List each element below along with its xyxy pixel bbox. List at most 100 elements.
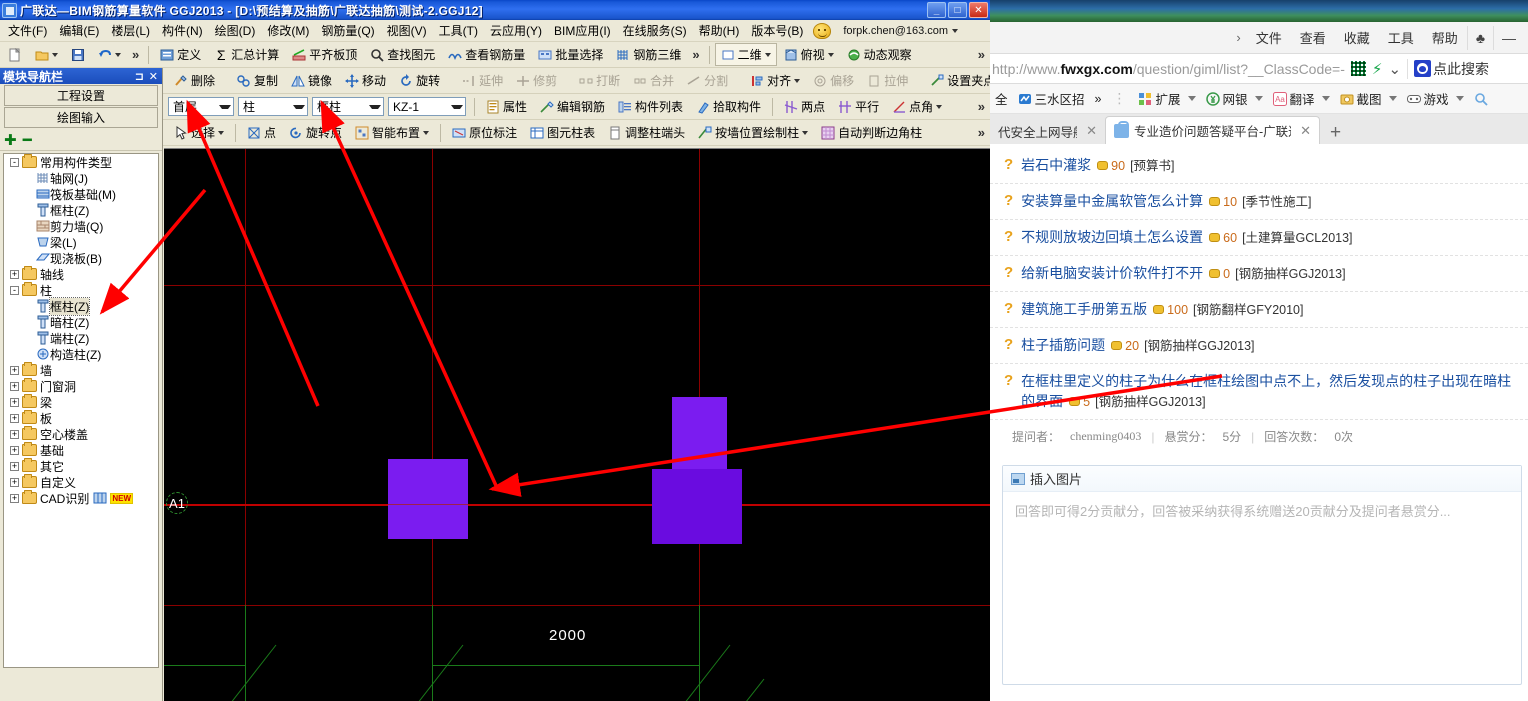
delete-button[interactable]: 删除: [168, 69, 221, 92]
chevron-down-icon[interactable]: ⌄: [1388, 60, 1401, 78]
browser-menu-favorites[interactable]: 收藏: [1335, 24, 1379, 51]
tree-item-暗柱Z[interactable]: 暗柱(Z): [4, 314, 158, 330]
top-view-button[interactable]: 俯视: [778, 43, 840, 66]
tree-toggle-icon[interactable]: +: [10, 397, 19, 407]
tree-item-门窗洞[interactable]: + 门窗洞: [4, 378, 158, 394]
browser-tab-inactive[interactable]: 代安全上网导航 ✕: [990, 118, 1105, 144]
menu-draw[interactable]: 绘图(D): [209, 20, 262, 41]
tree-item-框柱Z[interactable]: 框柱(Z): [4, 202, 158, 218]
tree-item-CAD识别[interactable]: + CAD识别 NEW: [4, 490, 158, 506]
flush-slab-top-button[interactable]: 平齐板顶: [286, 43, 363, 66]
menu-expand-icon[interactable]: ›: [1230, 26, 1246, 49]
menu-tools[interactable]: 工具(T): [433, 20, 484, 41]
toolbar-overflow-6[interactable]: »: [973, 125, 990, 140]
component-list-button[interactable]: 构件列表: [612, 95, 689, 118]
component-type-dropdown[interactable]: 框柱: [312, 97, 384, 116]
two-point-button[interactable]: 两点: [778, 95, 831, 118]
tool-screenshot[interactable]: 截图: [1335, 89, 1402, 108]
browser-menu-view[interactable]: 查看: [1291, 24, 1335, 51]
draw-column-by-wall-button[interactable]: 按墙位置绘制柱: [692, 121, 814, 144]
point-tool-button[interactable]: 点: [241, 121, 282, 144]
close-icon[interactable]: ✕: [1300, 123, 1311, 139]
select-tool-button[interactable]: 选择: [168, 121, 230, 144]
question-row[interactable]: ? 岩石中灌浆 90 [预算书]: [990, 148, 1528, 184]
define-button[interactable]: 定义: [154, 43, 207, 66]
minimize-button[interactable]: _: [927, 2, 946, 18]
question-row[interactable]: ? 在框柱里定义的柱子为什么在框柱绘图中点不上，然后发现点的柱子出现在暗柱的界面 5…: [990, 364, 1528, 420]
rebar-3d-button[interactable]: 钢筋三维: [610, 43, 687, 66]
toolbar-overflow-1[interactable]: »: [128, 47, 143, 62]
tree-toggle-icon[interactable]: +: [10, 477, 19, 487]
edit-rebar-button[interactable]: 编辑钢筋: [534, 95, 611, 118]
in-place-annotation-button[interactable]: 原位标注: [446, 121, 523, 144]
properties-button[interactable]: 属性: [480, 95, 533, 118]
tree-item-空心楼盖[interactable]: + 空心楼盖: [4, 426, 158, 442]
search-hint-label[interactable]: 点此搜索: [1433, 59, 1489, 79]
toolbar-overflow-5[interactable]: »: [973, 99, 990, 114]
tree-toggle-icon[interactable]: +: [10, 445, 19, 455]
close-button[interactable]: ✕: [969, 2, 988, 18]
menu-rebar[interactable]: 钢筋量(Q): [315, 20, 380, 41]
menu-help[interactable]: 帮助(H): [693, 20, 746, 41]
parallel-button[interactable]: 平行: [832, 95, 885, 118]
menu-component[interactable]: 构件(N): [156, 20, 209, 41]
tree-item-剪力墙Q[interactable]: 剪力墙(Q): [4, 218, 158, 234]
tree-item-现浇板B[interactable]: 现浇板(B): [4, 250, 158, 266]
tree-item-常用构件类型[interactable]: - 常用构件类型: [4, 154, 158, 170]
close-icon[interactable]: ✕: [149, 70, 158, 83]
tool-online-bank[interactable]: 网银: [1201, 89, 1268, 108]
view-rebar-qty-button[interactable]: 查看钢筋量: [442, 43, 531, 66]
smiley-icon[interactable]: [813, 22, 832, 39]
browser-menu-help[interactable]: 帮助: [1423, 24, 1467, 51]
tree-toggle-icon[interactable]: +: [10, 429, 19, 439]
menu-cloud[interactable]: 云应用(Y): [484, 20, 548, 41]
adjust-column-end-button[interactable]: 调整柱端头: [602, 121, 691, 144]
answer-textarea[interactable]: 回答即可得2分贡献分，回答被采纳获得系统赠送20贡献分及提问者悬赏分...: [1003, 492, 1521, 532]
view-2d-button[interactable]: 二维: [714, 43, 777, 66]
tree-toggle-icon[interactable]: +: [10, 461, 19, 471]
bookmark-sanshui[interactable]: 三水区招: [1013, 89, 1090, 108]
tool-games[interactable]: 游戏: [1402, 89, 1469, 108]
tree-toggle-icon[interactable]: -: [10, 285, 19, 295]
rotate-point-button[interactable]: 旋转点: [283, 121, 348, 144]
tree-toggle-icon[interactable]: -: [10, 157, 19, 167]
baidu-icon[interactable]: [1414, 60, 1432, 77]
tree-item-梁L[interactable]: 梁(L): [4, 234, 158, 250]
bookmark-quan[interactable]: 全: [990, 89, 1013, 108]
menu-modify[interactable]: 修改(M): [261, 20, 315, 41]
menu-floor[interactable]: 楼层(L): [105, 20, 156, 41]
search-icon-bookmark[interactable]: [1469, 92, 1493, 106]
smart-layout-button[interactable]: 智能布置: [349, 121, 435, 144]
column-element[interactable]: [652, 469, 742, 544]
batch-select-button[interactable]: 批量选择: [532, 43, 609, 66]
question-title[interactable]: 建筑施工手册第五版: [1021, 301, 1147, 317]
set-grip-button[interactable]: 设置夹点: [924, 69, 990, 92]
floor-dropdown[interactable]: 首层: [168, 97, 234, 116]
insert-image-label[interactable]: 插入图片: [1030, 469, 1082, 488]
question-title[interactable]: 岩石中灌浆: [1021, 157, 1091, 173]
question-row[interactable]: ? 不规则放坡边回填土怎么设置 60 [土建算量GCL2013]: [990, 220, 1528, 256]
account-menu[interactable]: forpk.chen@163.com: [843, 25, 959, 37]
tree-item-轴网J[interactable]: 轴网(J): [4, 170, 158, 186]
column-element[interactable]: [388, 459, 468, 539]
skin-icon[interactable]: ♣: [1466, 25, 1493, 50]
question-title[interactable]: 柱子插筋问题: [1021, 337, 1105, 353]
point-angle-button[interactable]: 点角: [886, 95, 948, 118]
tree-item-端柱Z[interactable]: 端柱(Z): [4, 330, 158, 346]
question-title[interactable]: 不规则放坡边回填土怎么设置: [1021, 229, 1203, 245]
tool-translate[interactable]: Aa 翻译: [1268, 89, 1335, 108]
tree-toggle-icon[interactable]: +: [10, 269, 19, 279]
maximize-button[interactable]: □: [948, 2, 967, 18]
component-dropdown[interactable]: KZ-1: [388, 97, 466, 116]
tree-item-板[interactable]: + 板: [4, 410, 158, 426]
browser-tab-active[interactable]: 专业造价问题答疑平台-广联达 ✕: [1105, 116, 1320, 144]
new-tab-button[interactable]: +: [1320, 122, 1351, 144]
tree-item-其它[interactable]: + 其它: [4, 458, 158, 474]
menu-view[interactable]: 视图(V): [381, 20, 433, 41]
tool-extensions[interactable]: 扩展: [1133, 89, 1200, 108]
lightning-icon[interactable]: ⚡: [1372, 60, 1383, 78]
bookmarks-overflow[interactable]: »: [1090, 92, 1107, 106]
tree-item-梁[interactable]: + 梁: [4, 394, 158, 410]
menu-bim[interactable]: BIM应用(I): [548, 20, 617, 41]
auto-detect-corner-column-button[interactable]: 自动判断边角柱: [815, 121, 928, 144]
